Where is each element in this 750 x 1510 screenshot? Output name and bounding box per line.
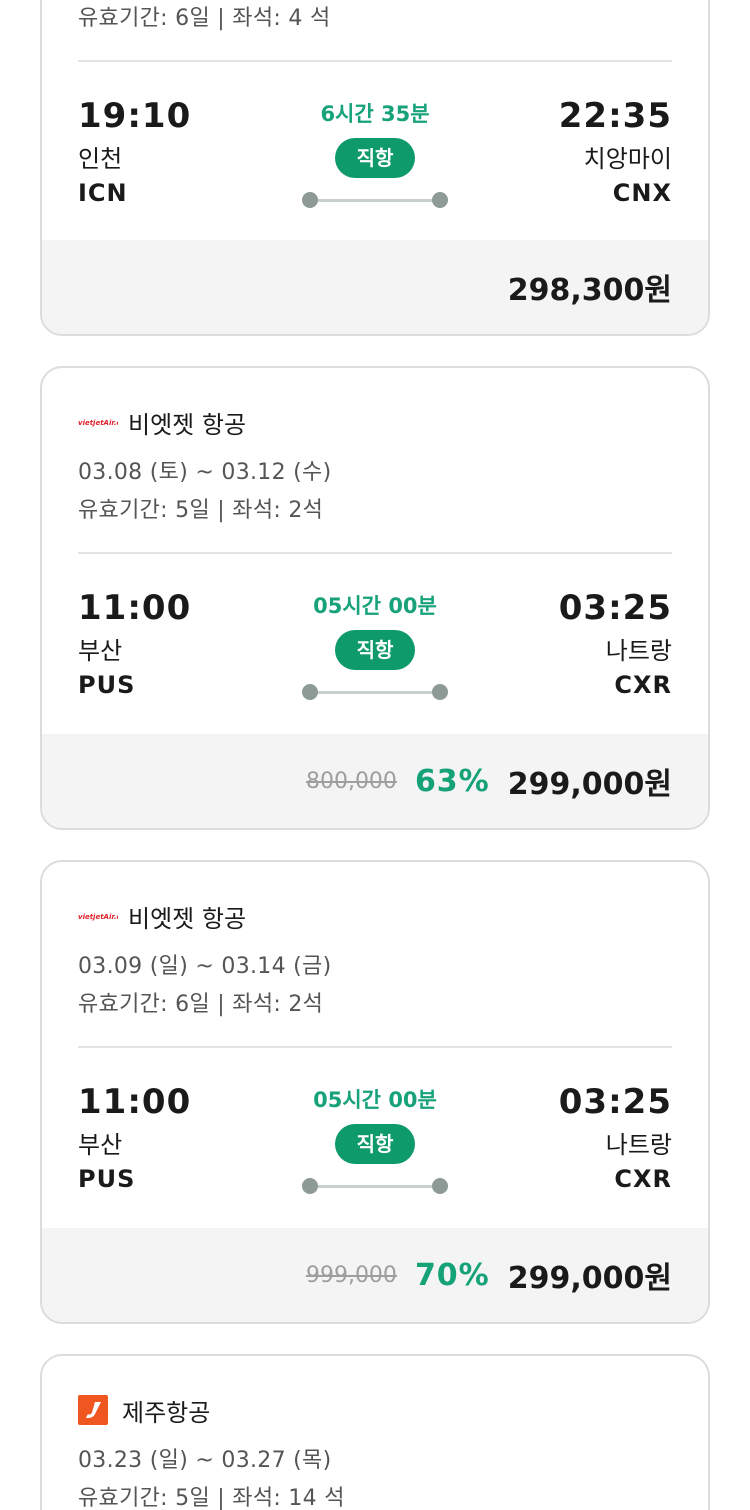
arrival-city: 나트랑 [605,1131,672,1159]
route-line-icon [302,192,448,208]
departure: 19:10 인천 ICN [78,96,191,208]
original-price: 999,000 [305,1262,397,1288]
arrival-time: 03:25 [558,588,672,628]
flight-card[interactable]: vietjetAir.com 비엣젯 항공 03.08 (토) ~ 03.12 … [40,366,710,830]
arrival-time: 03:25 [558,1082,672,1122]
travel-dates: 03.23 (일) ~ 03.27 (목) [78,1448,332,1473]
airline: 제주항공 [78,1392,210,1428]
airline: vietjetAir.com 비엣젯 항공 [78,404,246,440]
divider [78,60,672,62]
flight-summary: 05시간 00분 직항 [290,1082,460,1194]
final-price: 299,000원 [507,767,672,802]
final-price: 298,300원 [507,273,672,308]
final-price: 299,000원 [507,1261,672,1296]
vietjet-logo-icon: vietjetAir.com [78,416,118,428]
flight-duration: 05시간 00분 [313,1088,437,1112]
original-price: 800,000 [305,768,397,794]
flight-summary: 05시간 00분 직항 [290,588,460,700]
direct-flight-badge: 직항 [335,138,415,178]
travel-dates: 03.09 (일) ~ 03.14 (금) [78,954,332,979]
flight-route: 11:00 부산 PUS 05시간 00분 직항 03:25 나트랑 CXR [78,1082,672,1202]
divider [78,1046,672,1048]
direct-flight-badge: 직항 [335,1124,415,1164]
validity-seats: 유효기간: 5일 | 좌석: 2석 [78,498,324,523]
price-bar: 298,300원 [42,240,708,334]
validity-seats: 유효기간: 5일 | 좌석: 14 석 [78,1486,345,1510]
vietjet-logo-icon: vietjetAir.com [78,910,118,922]
arrival-code: CNX [612,179,672,207]
route-line-icon [302,684,448,700]
departure-time: 19:10 [78,96,192,136]
airline-name: 비엣젯 항공 [128,904,247,933]
discount-rate: 63% [414,763,490,799]
price-bar: 999,000 70% 299,000원 [42,1228,708,1322]
departure-code: PUS [78,671,136,699]
arrival: 22:35 치앙마이 CNX [559,96,672,208]
arrival: 03:25 나트랑 CXR [559,1082,672,1194]
departure: 11:00 부산 PUS [78,588,191,700]
flight-summary: 6시간 35분 직항 [290,96,460,208]
departure-code: ICN [78,179,128,207]
svg-text:vietjetAir.com: vietjetAir.com [78,913,118,921]
airline-name: 제주항공 [122,1398,211,1427]
flight-card[interactable]: 제주항공 03.23 (일) ~ 03.27 (목) 유효기간: 5일 | 좌석… [40,1354,710,1510]
route-line-icon [302,1178,448,1194]
departure: 11:00 부산 PUS [78,1082,191,1194]
departure-city: 부산 [78,1131,123,1159]
direct-flight-badge: 직항 [335,630,415,670]
departure-city: 인천 [78,145,123,173]
flight-duration: 6시간 35분 [320,102,430,126]
flight-route: 19:10 인천 ICN 6시간 35분 직항 22:35 치앙마이 CNX [78,96,672,216]
travel-dates: 03.08 (토) ~ 03.12 (수) [78,460,332,485]
flight-route: 11:00 부산 PUS 05시간 00분 직항 03:25 나트랑 CXR [78,588,672,708]
flight-card[interactable]: vietjetAir.com 비엣젯 항공 03.09 (일) ~ 03.14 … [40,860,710,1324]
departure-code: PUS [78,1165,136,1193]
arrival-city: 치앙마이 [583,145,672,173]
departure-time: 11:00 [78,588,192,628]
departure-time: 11:00 [78,1082,192,1122]
price-bar: 800,000 63% 299,000원 [42,734,708,828]
flight-card[interactable]: 유효기간: 6일 | 좌석: 4 석 19:10 인천 ICN 6시간 35분 … [40,0,710,336]
flight-deal-list: 유효기간: 6일 | 좌석: 4 석 19:10 인천 ICN 6시간 35분 … [0,0,750,1510]
discount-rate: 70% [414,1257,490,1293]
arrival-code: CXR [614,1165,672,1193]
arrival-city: 나트랑 [605,637,672,665]
arrival: 03:25 나트랑 CXR [559,588,672,700]
svg-text:vietjetAir.com: vietjetAir.com [78,419,118,427]
departure-city: 부산 [78,637,123,665]
validity-seats: 유효기간: 6일 | 좌석: 4 석 [78,6,331,31]
airline-name: 비엣젯 항공 [128,410,247,439]
validity-seats: 유효기간: 6일 | 좌석: 2석 [78,992,324,1017]
arrival-time: 22:35 [558,96,672,136]
flight-duration: 05시간 00분 [313,594,437,618]
arrival-code: CXR [614,671,672,699]
divider [78,552,672,554]
airline: vietjetAir.com 비엣젯 항공 [78,898,246,934]
jejuair-logo-icon [78,1395,108,1425]
